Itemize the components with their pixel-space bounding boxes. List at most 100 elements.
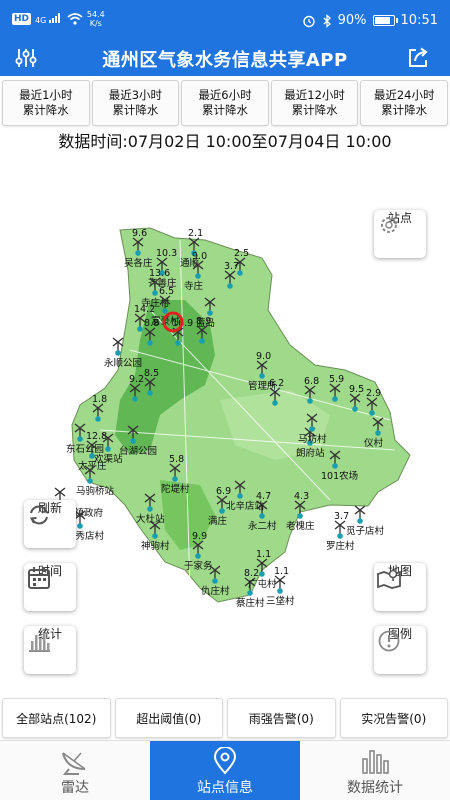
station-value: 9.6 (132, 228, 147, 239)
station-dot (375, 430, 381, 436)
chip-1h[interactable]: 最近1小时 累计降水 (2, 80, 90, 126)
stats-button[interactable]: 统计 (24, 626, 76, 674)
station-name: 满庄 (208, 515, 228, 527)
chip-line1: 最近24小时 (373, 88, 435, 102)
filter-all-stations[interactable]: 全部站点(102) (2, 698, 111, 738)
station-button[interactable]: 站点 (374, 210, 426, 258)
share-icon[interactable] (406, 46, 430, 70)
station-dot (219, 508, 225, 514)
station-name: 罗庄村 (326, 540, 355, 552)
station-dot (369, 410, 375, 416)
filter-label: 全部站点(102) (16, 711, 97, 726)
station-name: 陀堤村 (161, 483, 190, 495)
nav-station-info[interactable]: 站点信息 (150, 741, 300, 800)
chip-6h[interactable]: 最近6小时 累计降水 (181, 80, 269, 126)
hd-badge: HD (12, 13, 32, 25)
station-dot (277, 588, 283, 594)
nav-data-stats[interactable]: 数据统计 (300, 741, 450, 800)
filter-over-threshold[interactable]: 超出阈值(0) (114, 698, 223, 738)
station-value: 1.1 (256, 549, 271, 560)
station-dot (357, 518, 363, 524)
chip-24h[interactable]: 最近24小时 累计降水 (360, 80, 448, 126)
station-value: 5.8 (169, 454, 184, 465)
precip-map[interactable]: 9.6 吴各庄 2.1 通顺 9.0 寺庄 2.5 3.7 10.3 齐善庄 13.6 寺庄村 蓝岛 6.… (0, 150, 450, 695)
station-name: 马驹桥站 (76, 485, 115, 497)
station-dot (175, 340, 181, 346)
station-name: 太平庄 (78, 460, 107, 472)
calendar-icon (28, 567, 50, 589)
station-dot (259, 571, 265, 577)
station-name: 寺庄 (184, 280, 204, 292)
gear-icon (381, 217, 397, 233)
chip-line2: 累计降水 (112, 103, 159, 117)
filter-label: 实况告警(0) (361, 711, 427, 726)
station-dot (152, 290, 158, 296)
station-value: 6.8 (304, 376, 319, 387)
station-value: 1.8 (92, 394, 107, 405)
station-name: 大杜站 (136, 513, 165, 525)
station-dot (152, 533, 158, 539)
location-pin-icon (213, 747, 237, 775)
station-dot (115, 350, 121, 356)
signal-bars-icon (48, 13, 60, 23)
station-dot (259, 373, 265, 379)
station-name: 三垡村 (266, 595, 295, 607)
chip-line2: 累计降水 (381, 103, 428, 117)
station-value: 8.9 (196, 316, 211, 327)
bottom-nav: 雷达 站点信息 数据统计 (0, 740, 450, 800)
station-value: 9.2 (129, 374, 144, 385)
station-dot (147, 340, 153, 346)
station-name: 仪村 (364, 437, 384, 449)
filter-label: 超出阈值(0) (136, 711, 202, 726)
station-value: 9.0 (256, 351, 271, 362)
battery-percent: 90% (337, 13, 367, 28)
station-name: 北辛店站 (226, 500, 265, 512)
station-name: 101农场 (321, 470, 358, 482)
radar-dish-icon (62, 752, 86, 775)
station-name: 朗府站 (296, 447, 325, 459)
station-value: 9.0 (192, 251, 207, 262)
nav-radar[interactable]: 雷达 (0, 741, 150, 800)
station-value: 8.8 (144, 318, 159, 329)
station-dot (195, 273, 201, 279)
refresh-button[interactable]: 刷新 (24, 500, 76, 548)
station-dot (307, 398, 313, 404)
filter-live-alert[interactable]: 实况告警(0) (339, 698, 448, 738)
station-dot (212, 578, 218, 584)
station-dot (77, 523, 83, 529)
station-dot (352, 406, 358, 412)
nav-data-stats-label: 数据统计 (347, 780, 403, 796)
info-icon (378, 630, 400, 652)
nav-radar-label: 雷达 (61, 780, 89, 796)
station-dot (247, 590, 253, 596)
station-value: 13.6 (149, 268, 170, 279)
filter-rain-intensity-alert[interactable]: 雨强告警(0) (227, 698, 336, 738)
app-title: 通州区气象水务信息共享APP (102, 50, 348, 71)
chip-line2: 累计降水 (22, 103, 69, 117)
station-dot (132, 396, 138, 402)
bluetooth-icon (323, 13, 331, 28)
station-marker[interactable]: 觅子店村 (346, 505, 385, 537)
station-dot (297, 513, 303, 519)
time-button[interactable]: 时间 (24, 563, 76, 611)
net-speed: 54.4 K/s (87, 10, 105, 28)
station-name: 永顺公园 (104, 357, 142, 369)
station-value: 2.9 (366, 388, 381, 399)
station-value: 8.2 (244, 568, 259, 579)
status-left: HD 4G 54.4 K/s (12, 10, 105, 28)
station-value: 6.9 (216, 486, 231, 497)
station-name: 蔡庄村 (236, 597, 265, 609)
station-dot (207, 310, 213, 316)
station-name: 永二村 (248, 520, 277, 532)
chip-12h[interactable]: 最近12小时 累计降水 (270, 80, 359, 126)
station-dot (332, 463, 338, 469)
station-dot (332, 396, 338, 402)
legend-button[interactable]: 图例 (374, 626, 426, 674)
station-dot (147, 506, 153, 512)
wifi-icon (67, 13, 83, 25)
chip-3h[interactable]: 最近3小时 累计降水 (91, 80, 180, 126)
station-dot (137, 326, 143, 332)
map-button[interactable]: 地图 (374, 563, 426, 611)
station-name: 仇庄村 (201, 585, 230, 597)
station-value: 8.5 (144, 368, 159, 379)
